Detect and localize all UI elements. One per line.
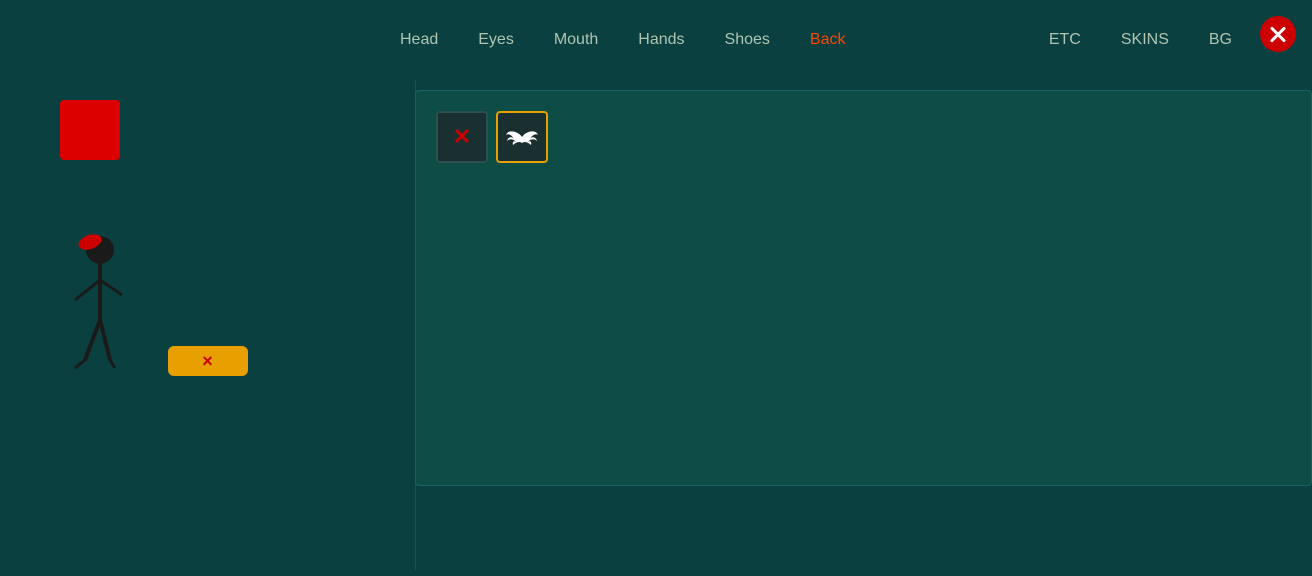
- tab-head[interactable]: Head: [400, 27, 438, 53]
- color-swatch[interactable]: [60, 100, 120, 160]
- tab-back[interactable]: Back: [810, 27, 846, 53]
- nav-bg[interactable]: BG: [1209, 31, 1232, 49]
- right-panel: ✕: [415, 90, 1312, 486]
- remove-icon: ×: [202, 351, 213, 372]
- nav-right: ETC SKINS BG: [1049, 31, 1232, 49]
- close-button[interactable]: [1260, 16, 1296, 52]
- item-none[interactable]: ✕: [436, 111, 488, 163]
- tab-mouth[interactable]: Mouth: [554, 27, 598, 53]
- tab-hands[interactable]: Hands: [638, 27, 684, 53]
- tab-eyes[interactable]: Eyes: [478, 27, 514, 53]
- none-icon: ✕: [453, 124, 471, 150]
- nav-etc[interactable]: ETC: [1049, 31, 1081, 49]
- tab-shoes[interactable]: Shoes: [725, 27, 770, 53]
- character-preview: [60, 220, 140, 400]
- item-grid: ✕: [436, 111, 1291, 163]
- nav-skins[interactable]: SKINS: [1121, 31, 1169, 49]
- nav-tabs: Head Eyes Mouth Hands Shoes Back: [400, 27, 846, 53]
- nav-bar: Head Eyes Mouth Hands Shoes Back ETC SKI…: [0, 0, 1312, 80]
- wings-icon: [504, 125, 540, 149]
- left-panel: ×: [0, 80, 415, 576]
- remove-button[interactable]: ×: [168, 346, 248, 376]
- item-wings[interactable]: [496, 111, 548, 163]
